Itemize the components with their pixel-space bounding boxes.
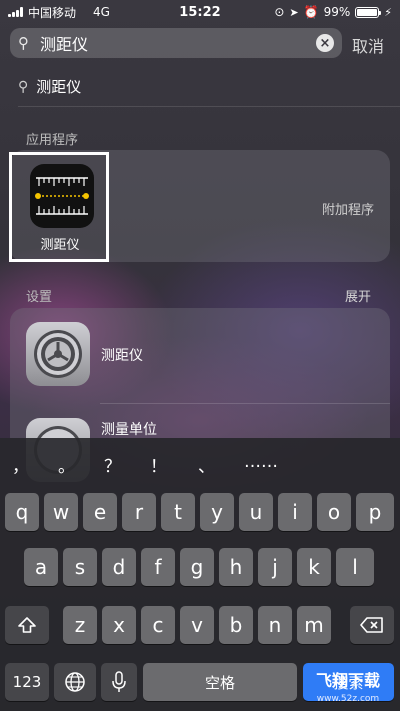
punctuation-key[interactable]: ！ — [150, 452, 167, 477]
key-w[interactable]: w — [44, 493, 78, 531]
key-t[interactable]: t — [161, 493, 195, 531]
section-title-settings: 设置 — [26, 290, 53, 305]
key-c[interactable]: c — [141, 606, 175, 644]
globe-icon — [65, 672, 85, 692]
divider — [100, 403, 390, 404]
punctuation-key[interactable]: 。 — [58, 452, 75, 477]
settings-result-label[interactable]: 测量单位 — [101, 419, 157, 439]
battery-icon — [355, 6, 382, 18]
expand-button[interactable]: 展开 — [345, 286, 371, 305]
punctuation-key[interactable]: ？ — [104, 452, 121, 477]
watermark-title: 飞翔下载 — [315, 671, 380, 690]
cancel-button[interactable]: 取消 — [352, 33, 384, 57]
search-input[interactable] — [40, 33, 316, 53]
battery-percent: 99% — [323, 5, 351, 19]
carrier-name: 中国移动 — [28, 5, 77, 20]
key-z[interactable]: z — [63, 606, 97, 644]
watermark: 飞翔下载 www.52z.com — [300, 672, 396, 708]
settings-result-label[interactable]: 测距仪 — [101, 345, 143, 365]
key-o[interactable]: o — [317, 493, 351, 531]
key-m[interactable]: m — [297, 606, 331, 644]
clear-search-icon[interactable]: × — [316, 34, 334, 52]
punctuation-key[interactable]: 、 — [198, 452, 215, 477]
search-suggestion[interactable]: ⚲ 测距仪 — [18, 76, 81, 97]
shift-icon — [18, 617, 36, 633]
key-v[interactable]: v — [180, 606, 214, 644]
search-bar[interactable]: ⚲ × — [10, 28, 342, 58]
network-type: 4G — [93, 5, 110, 19]
delete-key[interactable] — [350, 606, 394, 644]
key-a[interactable]: a — [24, 548, 58, 586]
key-l[interactable]: l — [336, 548, 374, 586]
charging-icon: ⚡ — [384, 5, 392, 19]
microphone-icon — [112, 671, 126, 692]
divider — [18, 106, 400, 107]
alarm-icon: ⏰ — [303, 5, 319, 19]
key-b[interactable]: b — [219, 606, 253, 644]
key-i[interactable]: i — [278, 493, 312, 531]
key-g[interactable]: g — [180, 548, 214, 586]
status-bar: 中国移动 4G 15:22 ⊙ ➤ ⏰ 99% ⚡ — [0, 0, 400, 24]
key-y[interactable]: y — [200, 493, 234, 531]
key-r[interactable]: r — [122, 493, 156, 531]
key-h[interactable]: h — [219, 548, 253, 586]
settings-gear-icon[interactable] — [26, 322, 90, 386]
rotation-lock-icon: ⊙ — [274, 5, 285, 19]
punctuation-key[interactable]: …… — [244, 452, 278, 472]
backspace-icon — [360, 617, 383, 633]
globe-key[interactable] — [54, 663, 96, 701]
shift-key[interactable] — [5, 606, 49, 644]
key-e[interactable]: e — [83, 493, 117, 531]
key-p[interactable]: p — [356, 493, 394, 531]
key-s[interactable]: s — [63, 548, 97, 586]
key-x[interactable]: x — [102, 606, 136, 644]
punctuation-key[interactable]: ， — [12, 452, 29, 477]
key-n[interactable]: n — [258, 606, 292, 644]
numbers-key[interactable]: 123 — [5, 663, 49, 701]
watermark-url: www.52z.com — [316, 694, 380, 704]
ruler-icon — [35, 177, 89, 215]
app-name-label: 测距仪 — [40, 238, 80, 253]
key-q[interactable]: q — [5, 493, 39, 531]
key-j[interactable]: j — [258, 548, 292, 586]
space-key[interactable]: 空格 — [143, 663, 297, 701]
key-f[interactable]: f — [141, 548, 175, 586]
cellular-signal-icon — [8, 7, 23, 17]
addon-link[interactable]: 附加程序 — [322, 199, 374, 218]
key-k[interactable]: k — [297, 548, 331, 586]
key-d[interactable]: d — [102, 548, 136, 586]
suggestion-label: 测距仪 — [36, 78, 82, 96]
key-u[interactable]: u — [239, 493, 273, 531]
location-icon: ➤ — [289, 5, 299, 19]
section-title-apps: 应用程序 — [26, 133, 79, 148]
search-icon: ⚲ — [18, 34, 29, 52]
measure-app-icon[interactable] — [30, 164, 94, 228]
dictation-key[interactable] — [101, 663, 137, 701]
search-icon: ⚲ — [18, 78, 29, 95]
